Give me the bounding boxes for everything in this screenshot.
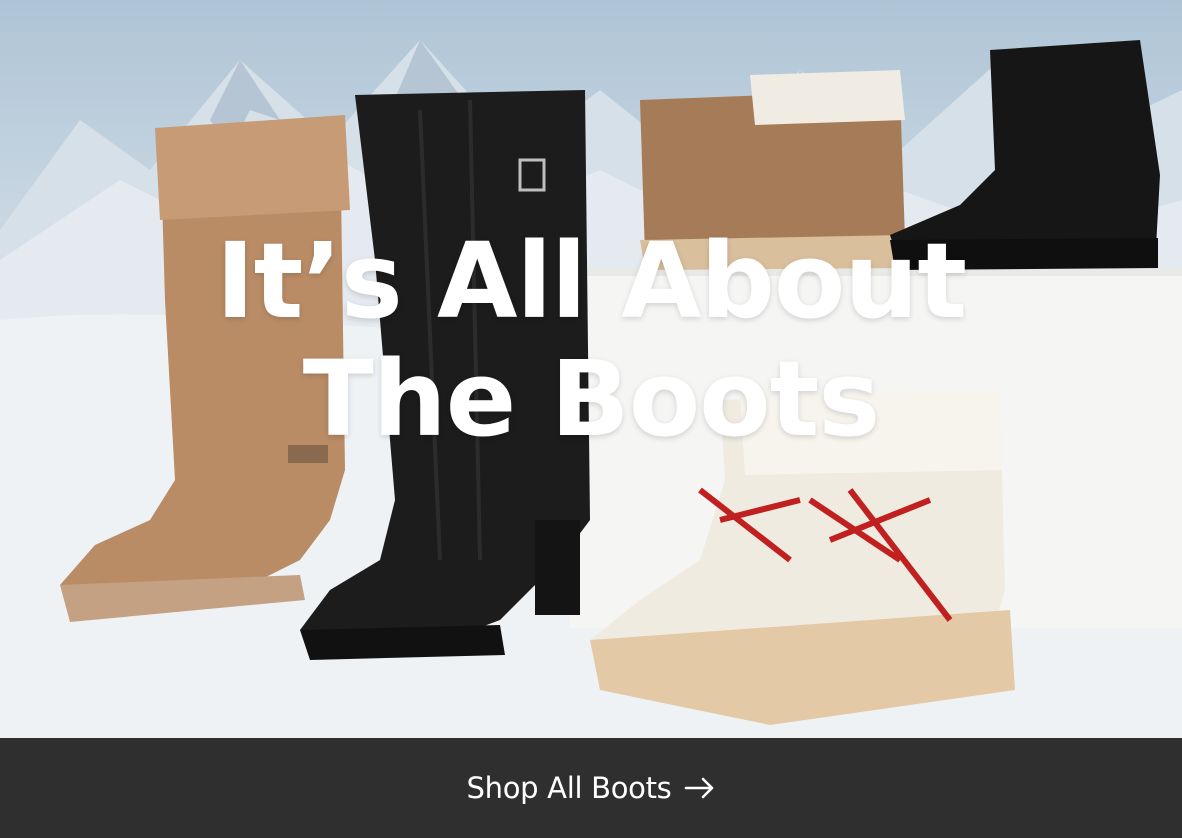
headline-line-1: It’s All About	[215, 220, 967, 342]
shop-all-boots-button[interactable]: Shop All Boots	[0, 738, 1182, 838]
promo-banner[interactable]: It’s All About The Boots Shop All Boots	[0, 0, 1182, 838]
hero-headline: It’s All About The Boots	[0, 222, 1182, 458]
hero-image[interactable]: It’s All About The Boots	[0, 0, 1182, 738]
cta-label: Shop All Boots	[466, 771, 672, 805]
headline-line-2: The Boots	[302, 338, 881, 460]
arrow-right-icon	[684, 777, 713, 799]
